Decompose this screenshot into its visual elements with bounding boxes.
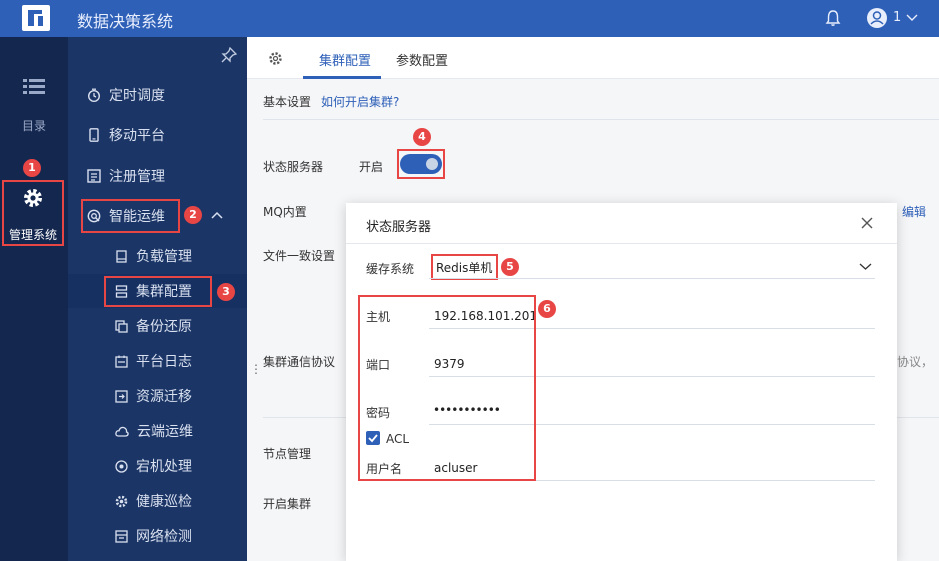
app-title: 数据决策系统 (77, 12, 174, 31)
menu-item-register[interactable]: 注册管理 (68, 159, 247, 193)
settings-gear-icon[interactable] (268, 51, 283, 66)
highlight-connection-fields (358, 295, 536, 481)
callout-badge-3: 3 (217, 283, 235, 301)
menu-item-load[interactable]: 负载管理 (68, 239, 247, 273)
basic-settings-heading: 基本设置 (263, 95, 312, 109)
list-icon (23, 79, 45, 94)
state-server-label: 状态服务器 (263, 160, 324, 174)
menu-item-cloud[interactable]: 云端运维 (68, 414, 247, 448)
protocol-label: 集群通信协议 (263, 355, 336, 369)
divider (263, 119, 939, 120)
gear-icon (24, 189, 42, 207)
mobile-icon (89, 128, 99, 142)
menu-item-label: 云端运维 (137, 424, 193, 440)
rail-admin-system[interactable]: 管理系统 (2, 180, 64, 246)
logo-icon (22, 5, 50, 31)
resize-dots[interactable]: ⋮ (250, 362, 262, 376)
cache-system-select[interactable]: Redis单机 (436, 259, 492, 276)
menu-item-label: 宕机处理 (136, 459, 192, 475)
bell-icon[interactable] (825, 9, 841, 27)
menu-item-label: 资源迁移 (136, 389, 192, 405)
cache-system-label: 缓存系统 (366, 262, 415, 276)
enable-cluster-label: 开启集群 (263, 497, 312, 511)
menu-item-label: 备份还原 (136, 319, 192, 335)
modal-header-divider (346, 243, 897, 244)
user-avatar-icon[interactable] (866, 7, 888, 29)
edit-link[interactable]: 编辑 (902, 203, 926, 220)
chevron-up-icon[interactable] (211, 211, 223, 220)
menu-item-label: 注册管理 (109, 169, 165, 185)
backup-icon (115, 319, 128, 333)
health-icon (115, 495, 128, 507)
left-rail: 目录 管理系统 (0, 37, 68, 561)
menu-item-crash[interactable]: 宕机处理 (68, 449, 247, 483)
state-server-status: 开启 (359, 160, 384, 174)
log-icon (115, 355, 128, 368)
menu-item-migrate[interactable]: 资源迁移 (68, 379, 247, 413)
rail-directory-label: 目录 (21, 119, 46, 133)
crash-icon (115, 459, 128, 473)
menu-item-schedule[interactable]: 定时调度 (68, 78, 247, 112)
migrate-icon (115, 389, 128, 403)
load-icon (116, 249, 127, 263)
highlight-cluster-config (104, 276, 212, 307)
callout-badge-6: 6 (538, 300, 556, 318)
callout-badge-5: 5 (501, 258, 519, 276)
menu-item-label: 定时调度 (109, 88, 165, 104)
rail-admin-label: 管理系统 (8, 228, 57, 242)
tab-bar: 集群配置 参数配置 (247, 37, 939, 79)
menu-item-label: 健康巡检 (136, 494, 192, 510)
timer-icon (88, 88, 100, 102)
tab-param-config[interactable]: 参数配置 (396, 50, 448, 69)
menu-item-label: 网络检测 (136, 529, 192, 545)
mq-builtin-label: MQ内置 (263, 205, 307, 219)
menu-item-health[interactable]: 健康巡检 (68, 484, 247, 518)
how-to-enable-cluster-link[interactable]: 如何开启集群? (321, 93, 399, 110)
select-underline (429, 278, 875, 279)
top-bar: 数据决策系统 1 (0, 0, 939, 37)
state-server-toggle[interactable] (400, 154, 442, 174)
network-icon (115, 529, 128, 543)
register-icon (87, 169, 101, 183)
chevron-down-icon[interactable] (906, 12, 918, 22)
menu-item-label: 移动平台 (109, 128, 165, 144)
callout-badge-2: 2 (184, 206, 202, 224)
callout-badge-1: 1 (23, 159, 41, 177)
toggle-knob (426, 158, 438, 170)
rail-directory[interactable]: 目录 (0, 74, 68, 134)
menu-item-mobile[interactable]: 移动平台 (68, 118, 247, 152)
callout-badge-4: 4 (413, 128, 431, 146)
cloud-icon (115, 426, 129, 437)
menu-item-network[interactable]: 网络检测 (68, 519, 247, 553)
menu-item-backup[interactable]: 备份还原 (68, 309, 247, 343)
node-management-heading: 节点管理 (263, 447, 312, 461)
file-consistency-label: 文件一致设置 (263, 249, 336, 263)
menu-item-label: 平台日志 (136, 354, 192, 370)
user-count: 1 (893, 10, 902, 25)
modal-title: 状态服务器 (366, 220, 432, 235)
protocol-desc-partial: 协议， (897, 355, 934, 369)
close-icon[interactable] (860, 216, 874, 230)
menu-item-log[interactable]: 平台日志 (68, 344, 247, 378)
highlight-smart-ops (81, 199, 180, 233)
state-server-modal: 状态服务器 缓存系统 Redis单机 主机 192.168.101.201 端口… (346, 203, 897, 561)
chevron-down-icon[interactable] (859, 262, 872, 271)
menu-item-label: 负载管理 (136, 249, 192, 265)
tab-cluster-config[interactable]: 集群配置 (319, 50, 371, 69)
pin-icon[interactable] (221, 47, 237, 63)
